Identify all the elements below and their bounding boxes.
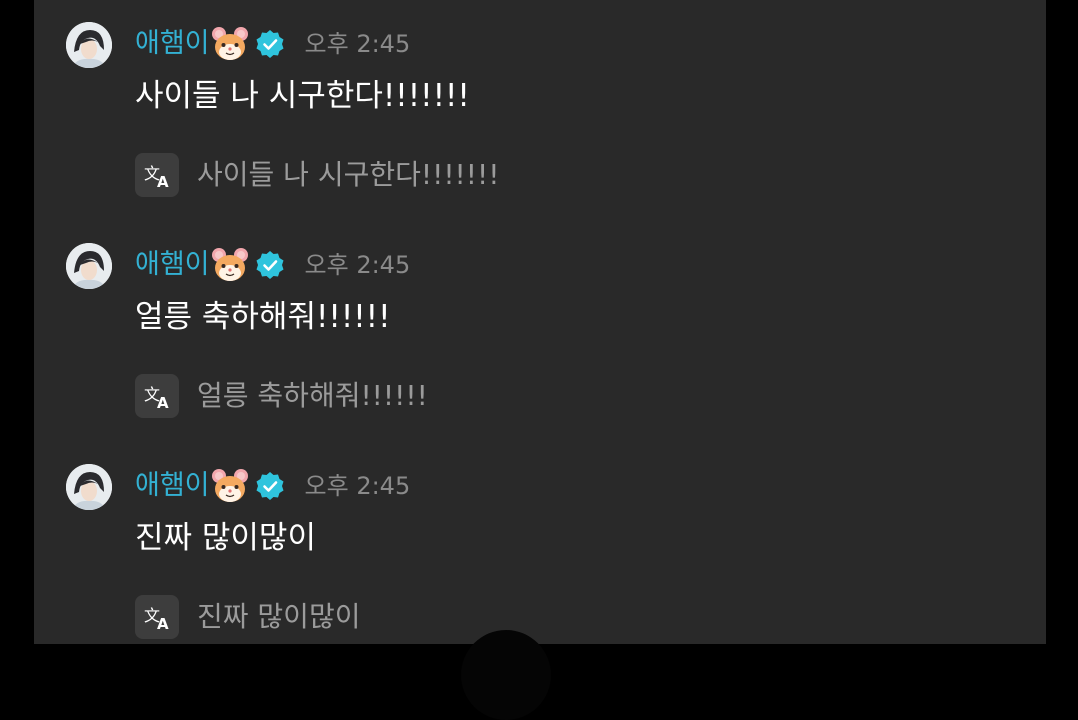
- username[interactable]: 애햄이: [135, 24, 210, 64]
- translated-text: 얼릉 축하해줘!!!!!!: [197, 379, 428, 412]
- svg-text:A: A: [157, 615, 169, 632]
- message-timestamp: 오후 2:45: [304, 472, 411, 500]
- translation-row: 文 A 사이들 나 시구한다!!!!!!!: [135, 153, 499, 197]
- chat-message: 애햄이 오후 2:45 얼릉 축하해줘!!!!!! 文 A 얼릉 축하해줘!!!…: [34, 243, 1046, 443]
- translate-icon[interactable]: 文 A: [135, 153, 179, 197]
- chat-panel: 애햄이 오후 2:45 사이들 나 시구한다!!!!!!! 文 A 사이들 나 …: [34, 0, 1046, 644]
- avatar[interactable]: [66, 22, 112, 68]
- avatar[interactable]: [66, 243, 112, 289]
- message-timestamp: 오후 2:45: [304, 251, 411, 279]
- avatar[interactable]: [66, 464, 112, 510]
- message-text: 얼릉 축하해줘!!!!!!: [135, 299, 391, 335]
- message-text: 사이들 나 시구한다!!!!!!!: [135, 78, 470, 114]
- hamster-face-icon: [211, 467, 249, 505]
- message-header: 애햄이 오후 2:45: [135, 466, 410, 506]
- translation-row: 文 A 진짜 많이많이: [135, 595, 360, 639]
- translated-text: 진짜 많이많이: [197, 600, 361, 633]
- chat-message: 애햄이 오후 2:45 진짜 많이많이 文 A 진짜 많이많이: [34, 464, 1046, 644]
- hamster-face-icon: [211, 246, 249, 284]
- translation-row: 文 A 얼릉 축하해줘!!!!!!: [135, 374, 428, 418]
- translate-icon[interactable]: 文 A: [135, 374, 179, 418]
- svg-text:A: A: [157, 394, 169, 411]
- username[interactable]: 애햄이: [135, 466, 210, 506]
- translate-icon[interactable]: 文 A: [135, 595, 179, 639]
- chat-message: 애햄이 오후 2:45 사이들 나 시구한다!!!!!!! 文 A 사이들 나 …: [34, 22, 1046, 222]
- verified-badge-icon: [255, 29, 285, 59]
- message-header: 애햄이 오후 2:45: [135, 24, 410, 64]
- verified-badge-icon: [255, 471, 285, 501]
- verified-badge-icon: [255, 250, 285, 280]
- hamster-face-icon: [211, 25, 249, 63]
- username[interactable]: 애햄이: [135, 245, 210, 285]
- svg-text:A: A: [157, 173, 169, 190]
- message-timestamp: 오후 2:45: [304, 30, 411, 58]
- translated-text: 사이들 나 시구한다!!!!!!!: [197, 158, 500, 191]
- message-header: 애햄이 오후 2:45: [135, 245, 410, 285]
- message-text: 진짜 많이많이: [135, 520, 316, 556]
